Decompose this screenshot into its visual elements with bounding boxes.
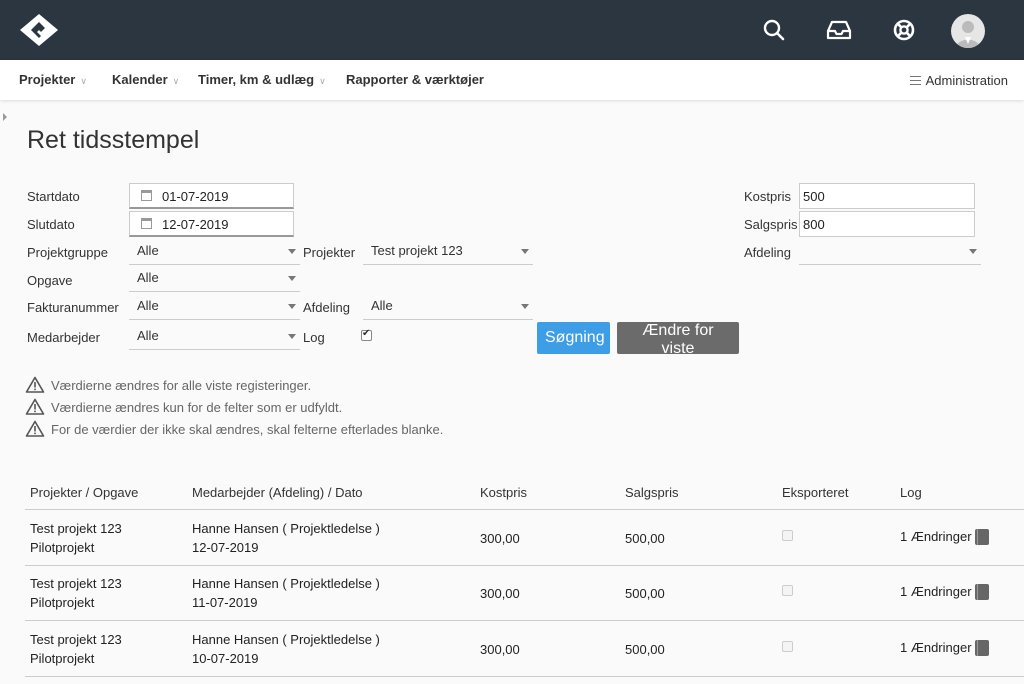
projekter-label: Projekter [303,245,356,260]
warning-icon [25,420,45,437]
chevron-down-icon: ∨ [172,76,180,86]
startdato-label: Startdato [27,189,80,204]
row-divider [25,620,1024,621]
warning-icon [25,376,45,393]
nav-projekter[interactable]: Projekter ∨ [19,72,87,87]
cell-log[interactable]: 1 Ændringer [900,527,989,546]
afdeling-label: Afdeling [303,300,350,315]
column-header-eksporteret: Eksporteret [782,485,849,500]
medarbejder-label: Medarbejder [27,330,100,345]
cell-employee: Hanne Hansen ( Projektledelse ) 12-07-201… [192,521,380,555]
column-header-kostpris: Kostpris [480,485,527,500]
cell-kostpris: 300,00 [480,586,520,601]
inbox-icon[interactable] [823,14,855,46]
notice-item: Værdierne ændres kun for de felter som e… [25,398,342,415]
avatar-icon[interactable] [951,14,985,48]
salgspris-input[interactable] [799,211,975,237]
projekter-select[interactable]: Test projekt 123 [363,239,533,265]
exported-checkbox[interactable] [782,530,793,541]
lifebuoy-icon[interactable] [888,14,920,46]
opgave-select[interactable]: Alle [129,266,300,292]
cell-project: Test projekt 123 Pilotprojekt [30,576,122,610]
table-header-divider [25,509,1024,510]
column-header-medarbejder: Medarbejder (Afdeling) / Dato [192,485,363,500]
change-for-shown-button[interactable]: Ændre for viste [617,322,739,357]
opgave-label: Opgave [27,273,73,288]
notice-item: For de værdier der ikke skal ændres, ska… [25,420,443,437]
startdato-input[interactable]: 01-07-2019 [129,183,294,209]
exported-checkbox[interactable] [782,585,793,596]
kostpris-label: Kostpris [744,189,791,204]
cell-salgspris: 500,00 [625,586,665,601]
projektgruppe-select[interactable]: Alle [129,239,300,265]
projektgruppe-label: Projektgruppe [27,245,108,260]
dropdown-arrow-icon [288,249,296,254]
dropdown-arrow-icon [969,249,977,254]
row-divider [25,565,1024,566]
main-nav: Projekter ∨ Kalender ∨ Timer, km & udlæg ∨ … [0,60,1024,100]
logo-icon[interactable] [18,12,60,48]
slutdato-label: Slutdato [27,217,75,232]
log-book-icon[interactable] [974,640,989,656]
notice-item: Værdierne ændres for alle viste register… [25,376,311,393]
slutdato-input[interactable]: 12-07-2019 [129,211,294,237]
nav-kalender[interactable]: Kalender ∨ [112,72,179,87]
cell-kostpris: 300,00 [480,642,520,657]
column-header-projekter: Projekter / Opgave [30,485,139,500]
cell-employee: Hanne Hansen ( Projektledelse ) 11-07-201… [192,576,380,610]
warning-icon [25,398,45,415]
cell-project: Test projekt 123 Pilotprojekt [30,521,122,555]
cell-salgspris: 500,00 [625,642,665,657]
cell-salgspris: 500,00 [625,531,665,546]
top-bar [0,0,1024,60]
fakturanummer-select[interactable]: Alle [129,294,300,320]
log-book-icon[interactable] [974,584,989,600]
dropdown-arrow-icon [521,304,529,309]
log-label: Log [303,330,325,345]
cell-project: Test projekt 123 Pilotprojekt [30,632,122,666]
exported-checkbox[interactable] [782,641,793,652]
log-checkbox[interactable] [361,328,372,341]
afdeling2-label: Afdeling [744,245,791,260]
medarbejder-select[interactable]: Alle [129,324,300,350]
cell-log[interactable]: 1 Ændringer [900,582,989,601]
menu-icon [909,76,921,85]
row-divider [25,676,1024,677]
dropdown-arrow-icon [288,276,296,281]
calendar-icon [141,218,152,229]
salgspris-label: Salgspris [744,217,798,232]
sidebar-toggle-icon[interactable] [3,113,7,121]
nav-rapporter[interactable]: Rapporter & værktøjer [346,72,484,87]
search-icon[interactable] [758,14,790,46]
search-button[interactable]: Søgning [537,322,610,354]
chevron-down-icon: ∨ [80,76,87,86]
dropdown-arrow-icon [288,334,296,339]
dropdown-arrow-icon [288,304,296,309]
calendar-icon [141,190,152,201]
cell-kostpris: 300,00 [480,531,520,546]
afdeling2-select[interactable] [799,239,981,265]
fakturanummer-label: Fakturanummer [27,300,119,315]
column-header-salgspris: Salgspris [625,485,679,500]
chevron-down-icon: ∨ [319,76,326,86]
cell-log[interactable]: 1 Ændringer [900,638,989,657]
nav-timer[interactable]: Timer, km & udlæg ∨ [198,72,326,87]
dropdown-arrow-icon [521,249,529,254]
nav-administration[interactable]: Administration [909,73,1008,88]
log-book-icon[interactable] [974,529,989,545]
page-title: Ret tidsstempel [27,126,200,154]
cell-employee: Hanne Hansen ( Projektledelse ) 10-07-201… [192,632,380,666]
afdeling-select[interactable]: Alle [363,294,533,320]
kostpris-input[interactable] [799,183,975,209]
column-header-log: Log [900,485,922,500]
